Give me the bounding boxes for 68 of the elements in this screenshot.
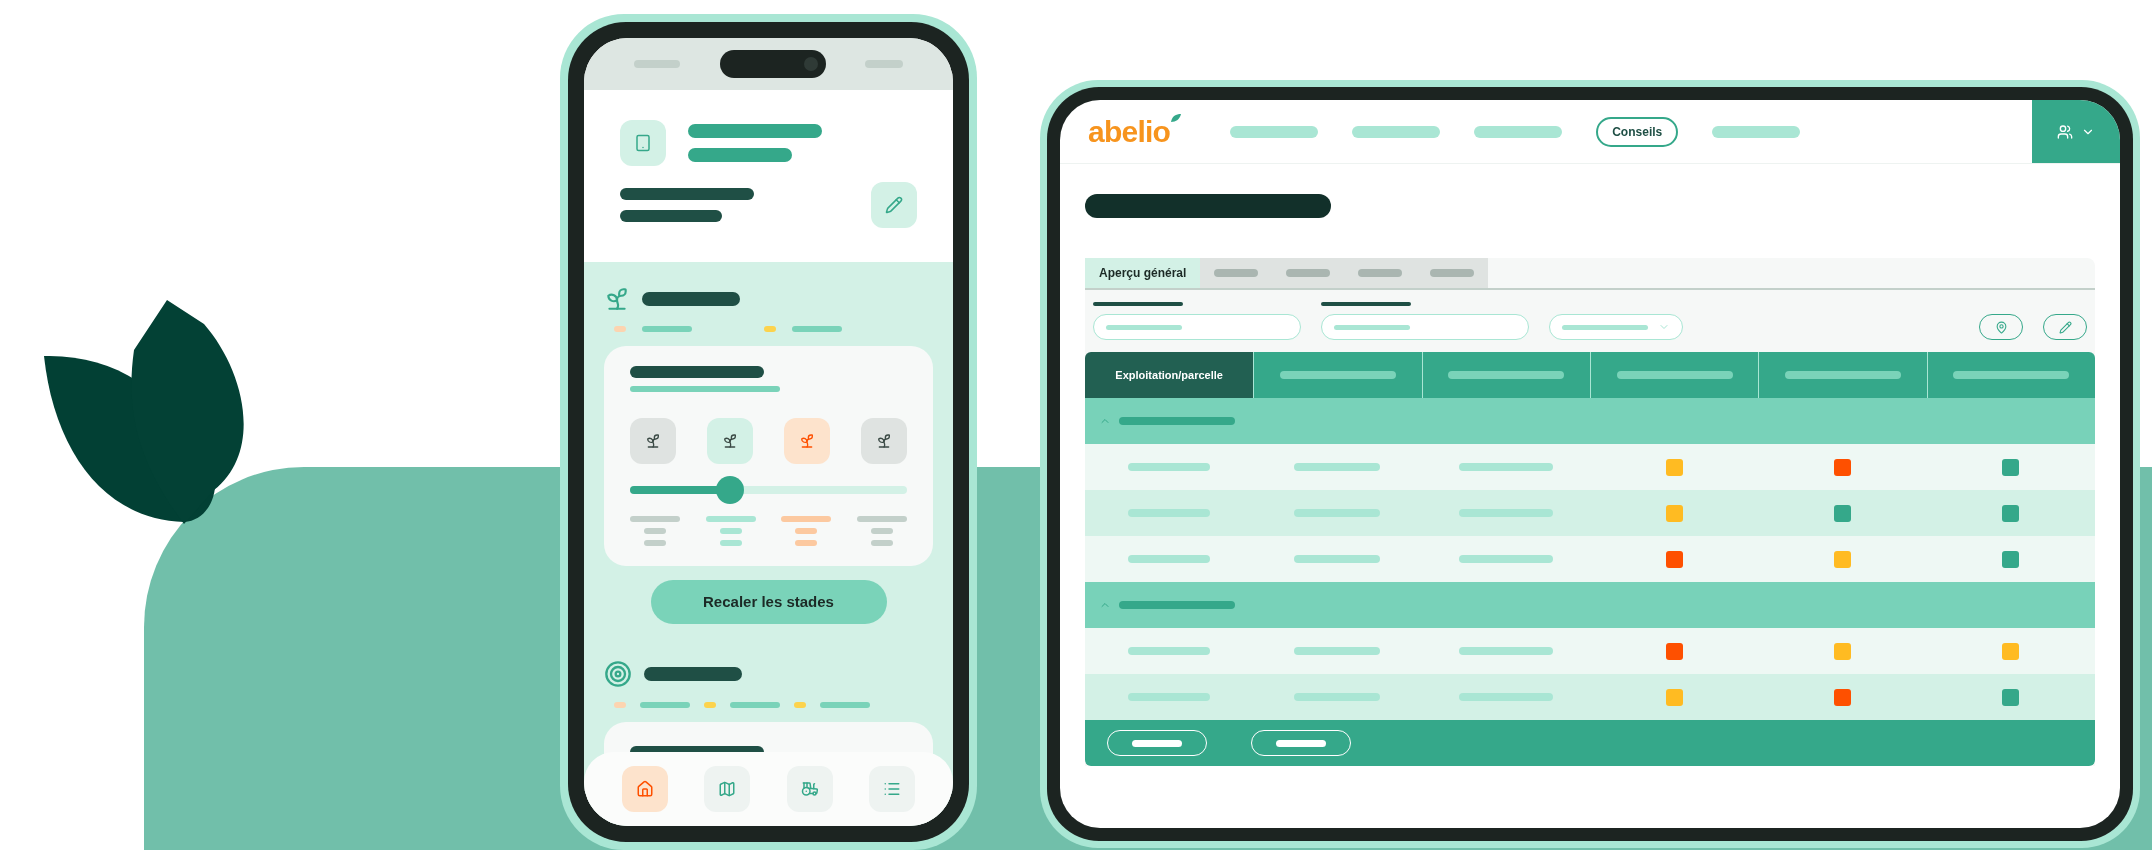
- text-placeholder: [640, 702, 690, 708]
- text-placeholder: [730, 702, 780, 708]
- stage-tile[interactable]: [861, 418, 907, 464]
- sprout-icon: [799, 433, 815, 449]
- sprout-icon: [876, 433, 892, 449]
- target-icon: [604, 660, 632, 688]
- text-placeholder: [856, 516, 907, 522]
- nav-tab[interactable]: [704, 766, 751, 812]
- tab[interactable]: Aperçu général: [1085, 258, 1201, 288]
- text-placeholder: [795, 540, 818, 546]
- tablet-icon: [634, 134, 652, 152]
- text-placeholder: [794, 702, 806, 708]
- sprout-icon: [645, 433, 661, 449]
- text-placeholder: [642, 326, 692, 332]
- sprout-icon: [604, 286, 630, 312]
- nav-tab[interactable]: [868, 766, 915, 812]
- nav-link[interactable]: Conseils: [1596, 116, 1679, 147]
- text-placeholder: [764, 326, 776, 332]
- text-placeholder: [719, 540, 742, 546]
- text-placeholder: [705, 516, 756, 522]
- slider-thumb[interactable]: [715, 476, 744, 504]
- map-pin-icon: [1994, 320, 2008, 334]
- text-placeholder: [820, 702, 870, 708]
- tractor-icon: [800, 780, 819, 798]
- text-placeholder: [614, 702, 626, 708]
- map-icon: [718, 780, 737, 798]
- text-placeholder: [1276, 739, 1326, 747]
- nav-link[interactable]: [1230, 125, 1319, 138]
- dropdown-field[interactable]: [1549, 314, 1683, 340]
- text-placeholder: [792, 326, 842, 332]
- text-placeholder: [795, 528, 818, 534]
- nav-link[interactable]: [1474, 125, 1563, 138]
- recalibrate-button[interactable]: Recaler les stades: [650, 580, 887, 624]
- text-placeholder: [1132, 739, 1182, 747]
- text-placeholder: [644, 540, 666, 546]
- user-menu-button[interactable]: [2032, 100, 2120, 163]
- logo: abelio: [1088, 109, 1183, 154]
- nav-tab[interactable]: [622, 766, 669, 812]
- sprout-icon: [722, 433, 738, 449]
- text-placeholder: [719, 528, 742, 534]
- stage-tile[interactable]: [630, 418, 676, 464]
- stage-tile[interactable]: [784, 418, 830, 464]
- tab[interactable]: [1416, 258, 1489, 288]
- filter-field[interactable]: [1093, 314, 1301, 340]
- text-placeholder: [781, 516, 832, 522]
- users-icon: [2057, 123, 2073, 140]
- pencil-icon: [2058, 320, 2072, 334]
- nav-link[interactable]: [1712, 125, 1801, 138]
- text-placeholder: [870, 528, 893, 534]
- leaf-icon: [1170, 113, 1183, 123]
- slider-track[interactable]: [630, 476, 907, 504]
- edit-button[interactable]: [871, 182, 917, 228]
- text-placeholder: [704, 702, 716, 708]
- text-placeholder: [630, 516, 680, 522]
- column-header: Exploitation/parcelle: [1085, 352, 1254, 398]
- text-placeholder: [865, 60, 903, 68]
- filter-field[interactable]: [1321, 314, 1529, 340]
- list-icon: [882, 780, 901, 798]
- stage-tile[interactable]: [707, 418, 753, 464]
- text-placeholder: [614, 326, 626, 332]
- text-placeholder: [644, 528, 666, 534]
- nav-tab[interactable]: [786, 766, 833, 812]
- text-placeholder: [634, 60, 680, 68]
- tab[interactable]: [1200, 258, 1273, 288]
- text-placeholder: [870, 540, 893, 546]
- pencil-icon: [885, 196, 903, 214]
- home-icon: [636, 780, 655, 798]
- nav-link[interactable]: [1352, 125, 1441, 138]
